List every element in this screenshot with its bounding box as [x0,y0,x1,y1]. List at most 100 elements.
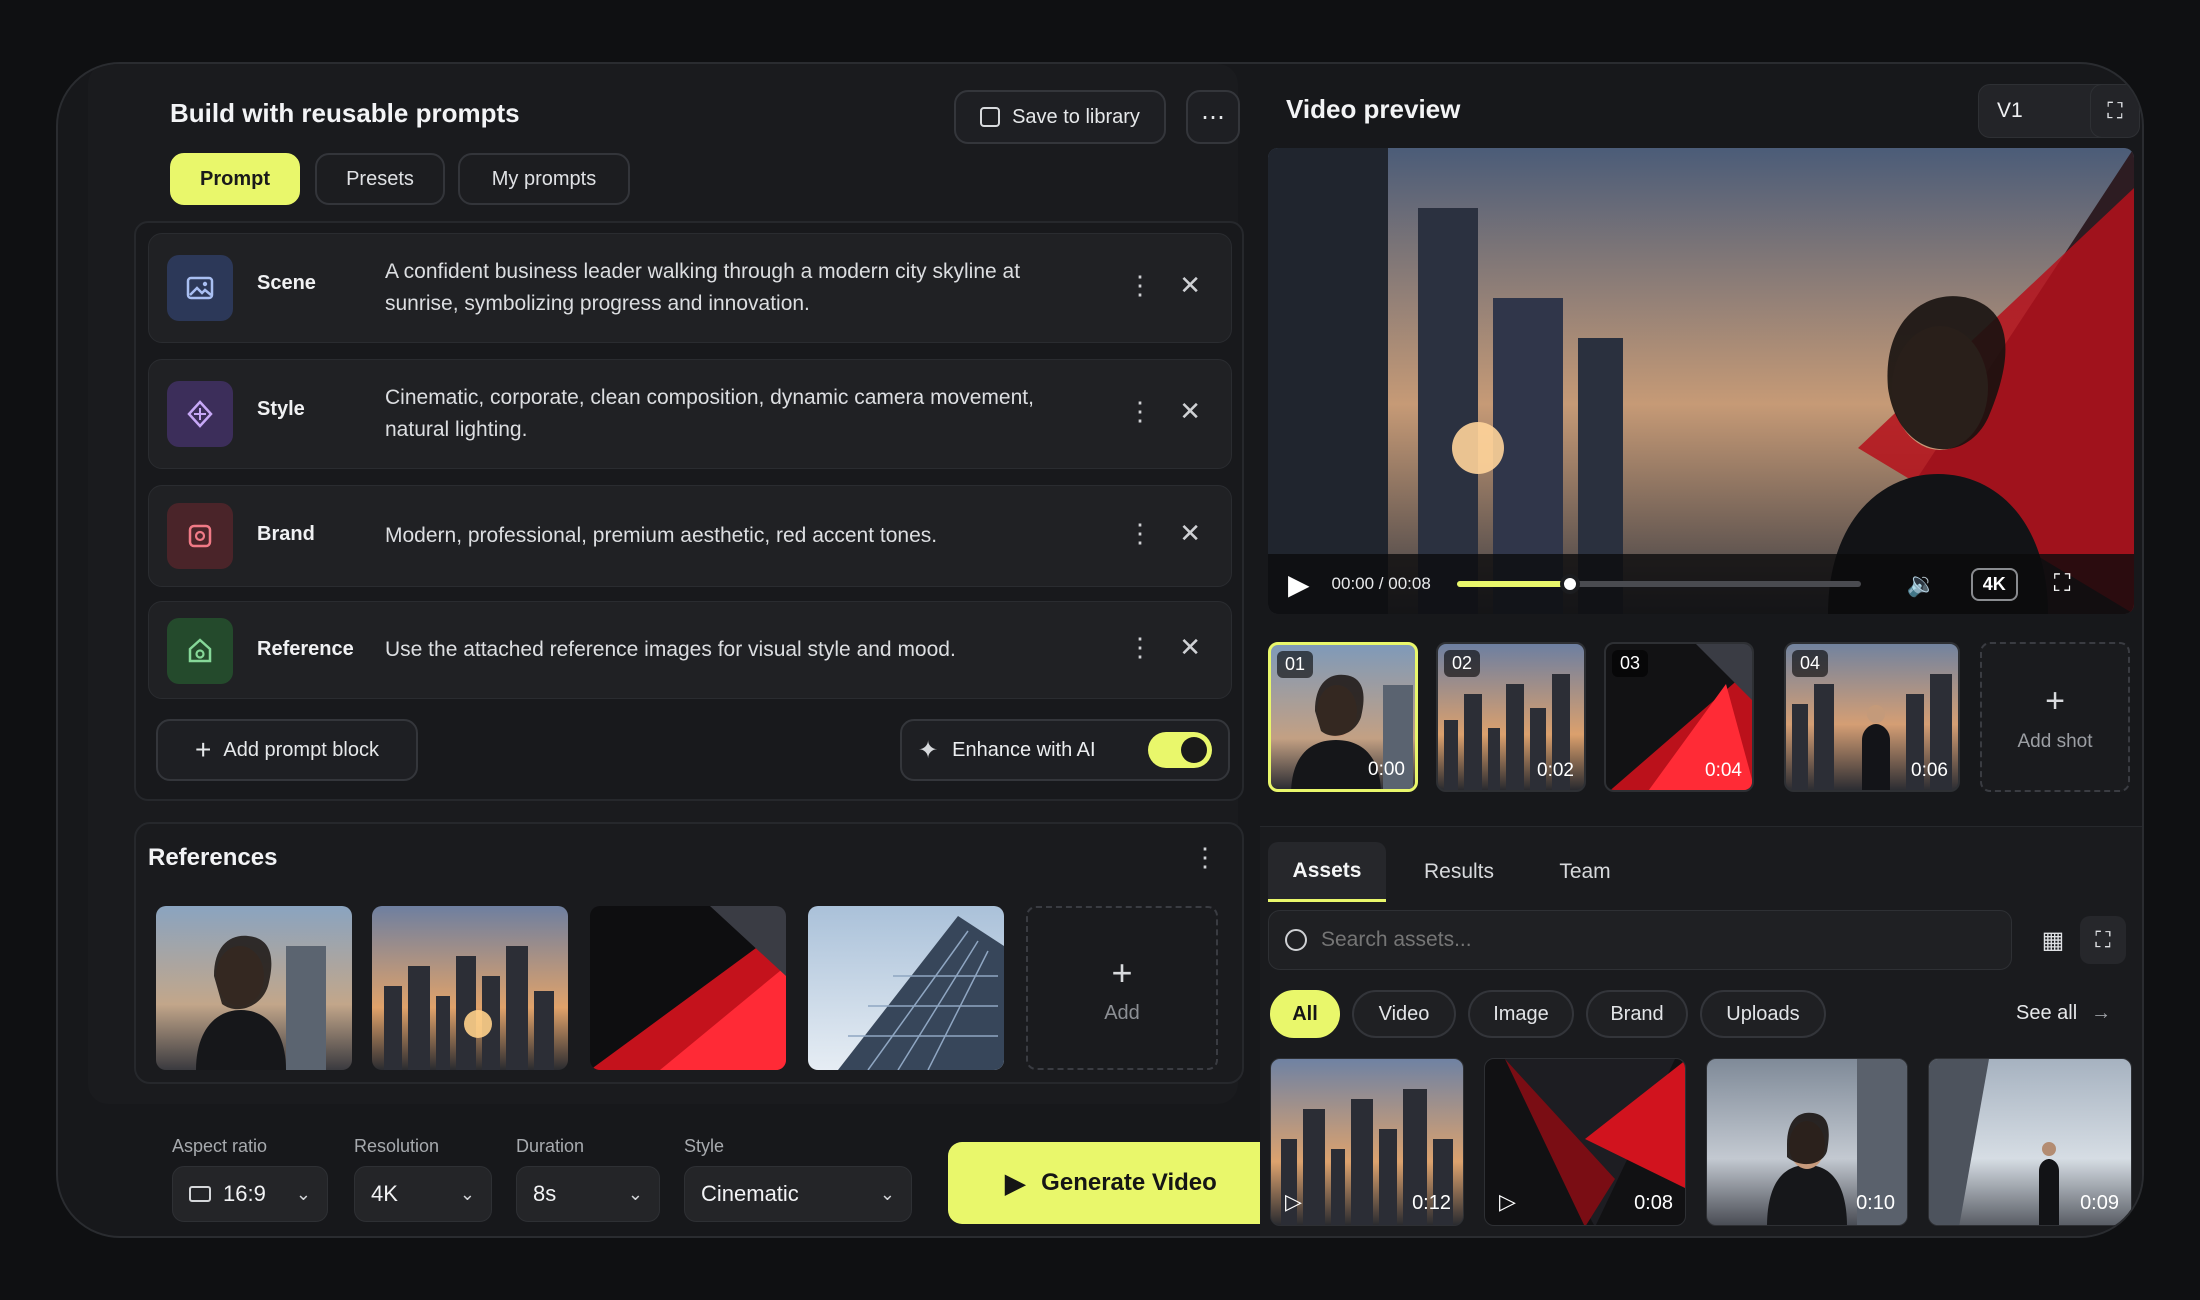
add-shot-button[interactable]: + Add shot [1980,642,2130,792]
generate-video-button[interactable]: ▶ Generate Video [948,1142,1274,1224]
volume-icon[interactable]: 🔉 [1907,570,1937,599]
chevron-down-icon: ⌄ [627,1183,643,1204]
see-all-label: See all [2016,1002,2078,1024]
shot-number: 04 [1792,650,1829,677]
filter-all[interactable]: All [1270,990,1340,1038]
monitor-icon [189,1186,211,1202]
search-icon [1285,929,1307,951]
prompt-block-style[interactable]: Style Cinematic, corporate, clean compos… [148,359,1232,469]
filter-brand[interactable]: Brand [1586,990,1688,1038]
scan-icon[interactable]: ⛶ [2080,916,2126,964]
shot-thumbnail[interactable]: 01 0:00 [1268,642,1418,792]
play-icon[interactable]: ▷ [1285,1189,1302,1215]
chevron-down-icon: ⌄ [295,1183,311,1204]
asset-thumbnail[interactable]: ▷ 0:12 [1270,1058,1464,1226]
block-text[interactable]: Cinematic, corporate, clean composition,… [385,382,1085,446]
ellipsis-icon: ⋯ [1201,103,1225,131]
close-icon[interactable]: ✕ [1179,270,1201,301]
block-text[interactable]: Modern, professional, premium aesthetic,… [385,520,1085,552]
shot-number: 03 [1612,650,1649,677]
quality-badge[interactable]: 4K [1970,567,2018,601]
shot-number: 02 [1444,650,1481,677]
panel-title: Build with reusable prompts [170,98,520,128]
expand-icon[interactable]: ⛶ [2090,84,2140,138]
block-menu-icon[interactable]: ⋮ [1127,632,1153,663]
see-all-link[interactable]: See all → [2016,1002,2111,1025]
block-menu-icon[interactable]: ⋮ [1127,396,1153,427]
block-menu-icon[interactable]: ⋮ [1127,270,1153,301]
video-scrubber[interactable] [1456,574,1861,594]
resolution-value: 4K [371,1181,398,1206]
tab-my-prompts[interactable]: My prompts [458,153,630,205]
aspect-ratio-label: Aspect ratio [172,1136,268,1156]
reference-image-glass-building[interactable] [808,906,1004,1070]
shot-time: 0:00 [1368,759,1405,780]
close-icon[interactable]: ✕ [1179,396,1201,427]
search-field[interactable] [1268,910,2012,970]
enhance-label: Enhance with AI [952,738,1096,761]
enhance-with-ai[interactable]: ✦ Enhance with AI [900,719,1230,781]
asset-thumbnail[interactable]: 0:10 [1706,1058,1908,1226]
version-value: V1 [1997,99,2023,122]
filter-video[interactable]: Video [1352,990,1456,1038]
prompt-block-reference[interactable]: Reference Use the attached reference ima… [148,601,1232,699]
asset-duration: 0:10 [1856,1192,1895,1214]
sparkle-icon: ✦ [918,736,939,764]
asset-duration: 0:12 [1412,1192,1451,1214]
tab-team[interactable]: Team [1526,842,1644,902]
references-title: References [148,844,278,871]
play-icon[interactable]: ▶ [1288,568,1310,601]
tab-prompt[interactable]: Prompt [170,153,300,205]
aspect-ratio-select[interactable]: 16:9 ⌄ [172,1166,328,1222]
plus-icon: + [2045,681,2065,720]
prompt-block-brand[interactable]: Brand Modern, professional, premium aest… [148,485,1232,587]
search-input[interactable] [1321,928,1981,952]
close-icon[interactable]: ✕ [1179,518,1201,549]
references-menu-icon[interactable]: ⋮ [1192,842,1218,873]
filter-image[interactable]: Image [1468,990,1574,1038]
resolution-select[interactable]: 4K ⌄ [354,1166,492,1222]
block-menu-icon[interactable]: ⋮ [1127,518,1153,549]
shot-thumbnail[interactable]: 03 0:04 [1604,642,1754,792]
scrubber-handle[interactable] [1559,574,1580,594]
enhance-toggle[interactable] [1148,732,1212,768]
duration-label: Duration [516,1136,585,1156]
duration-select[interactable]: 8s ⌄ [516,1166,660,1222]
scrubber-fill [1456,581,1570,587]
references-section: References ⋮ + Add [134,822,1244,1084]
filter-uploads[interactable]: Uploads [1700,990,1826,1038]
add-prompt-block-button[interactable]: + Add prompt block [156,719,418,781]
tab-results[interactable]: Results [1400,842,1518,902]
reference-image-red-architecture[interactable] [590,906,786,1070]
shot-thumbnail[interactable]: 02 0:02 [1436,642,1586,792]
tab-assets[interactable]: Assets [1268,842,1386,902]
prompt-builder-panel: Build with reusable prompts Save to libr… [88,64,1244,1104]
shot-thumbnail[interactable]: 04 0:06 [1784,642,1960,792]
style-select[interactable]: Cinematic ⌄ [684,1166,912,1222]
shot-time: 0:06 [1911,760,1948,781]
image-icon [167,255,233,321]
asset-duration: 0:09 [2080,1192,2119,1214]
arrow-right-icon: → [2091,1002,2112,1024]
preview-title: Video preview [1286,94,1461,124]
asset-thumbnail[interactable]: ▷ 0:08 [1484,1058,1686,1226]
close-icon[interactable]: ✕ [1179,632,1201,663]
reference-image-portrait[interactable] [156,906,352,1070]
video-player[interactable]: ▶ 00:00 / 00:08 🔉 4K ⛶ [1268,148,2134,614]
add-reference-label: Add [1104,1001,1140,1024]
prompt-block-scene[interactable]: Scene A confident business leader walkin… [148,233,1232,343]
reference-image-skyline[interactable] [372,906,568,1070]
add-reference-button[interactable]: + Add [1026,906,1218,1070]
save-to-library-button[interactable]: Save to library [954,90,1166,144]
add-block-label: Add prompt block [223,738,379,761]
grid-view-icon[interactable]: ▦ [2030,916,2076,964]
asset-thumbnail[interactable]: 0:09 [1928,1058,2132,1226]
chevron-down-icon: ⌄ [459,1183,475,1204]
more-options-button[interactable]: ⋯ [1186,90,1240,144]
tab-presets[interactable]: Presets [315,153,445,205]
block-text[interactable]: Use the attached reference images for vi… [385,634,1085,666]
fullscreen-icon[interactable]: ⛶ [2054,570,2071,598]
play-icon[interactable]: ▷ [1499,1189,1516,1215]
block-text[interactable]: A confident business leader walking thro… [385,256,1085,320]
duration-value: 8s [533,1181,557,1206]
